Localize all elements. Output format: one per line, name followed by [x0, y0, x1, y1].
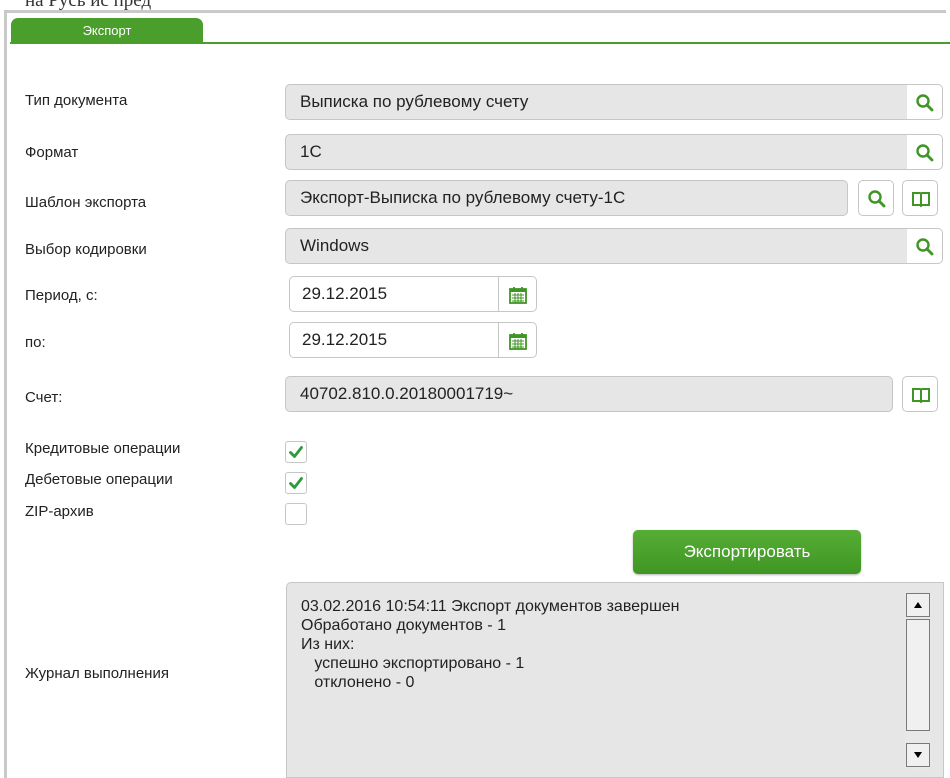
account-field[interactable]: 40702.810.0.20180001719~ [285, 376, 893, 412]
calendar-icon [509, 287, 527, 304]
search-icon [916, 94, 934, 112]
account-book-button[interactable] [902, 376, 938, 412]
book-icon [912, 192, 930, 208]
log-line: Из них: [301, 636, 355, 653]
zip-checkbox[interactable] [285, 503, 307, 525]
period-from-calendar-button[interactable] [499, 276, 537, 312]
encoding-field[interactable]: Windows [285, 228, 908, 264]
credit-ops-checkbox[interactable] [285, 441, 307, 463]
period-to-calendar-button[interactable] [499, 322, 537, 358]
account-label: Счет: [25, 389, 63, 406]
encoding-search-button[interactable] [907, 228, 943, 264]
template-field[interactable]: Экспорт-Выписка по рублевому счету-1С [285, 180, 848, 216]
log-content: 03.02.2016 10:54:11 Экспорт документов з… [301, 597, 680, 692]
search-icon [868, 190, 886, 208]
book-icon [912, 388, 930, 404]
calendar-icon [509, 333, 527, 350]
scroll-thumb[interactable] [906, 619, 930, 731]
log-label: Журнал выполнения [25, 665, 169, 682]
log-line: успешно экспортировано - 1 [301, 655, 525, 672]
doc-type-field[interactable]: Выписка по рублевому счету [285, 84, 908, 120]
debit-ops-label: Дебетовые операции [25, 471, 173, 488]
format-field[interactable]: 1С [285, 134, 908, 170]
period-from-label: Период, с: [25, 287, 98, 304]
scroll-down-icon [914, 752, 922, 758]
scroll-up-icon [914, 602, 922, 608]
period-to-label: по: [25, 334, 46, 351]
log-line: Обработано документов - 1 [301, 617, 506, 634]
format-search-button[interactable] [907, 134, 943, 170]
scroll-up-button[interactable] [906, 593, 930, 617]
format-label: Формат [25, 144, 79, 161]
checkmark-icon [289, 477, 303, 489]
log-line: 03.02.2016 10:54:11 Экспорт документов з… [301, 598, 680, 615]
period-to-input[interactable]: 29.12.2015 [289, 322, 499, 358]
checkmark-icon [289, 446, 303, 458]
log-scrollbar[interactable] [905, 593, 931, 769]
search-icon [916, 238, 934, 256]
log-line: отклонено - 0 [301, 674, 415, 691]
export-button[interactable]: Экспортировать [633, 530, 861, 574]
template-label: Шаблон экспорта [25, 194, 147, 211]
credit-ops-label: Кредитовые операции [25, 440, 181, 457]
log-textarea[interactable]: 03.02.2016 10:54:11 Экспорт документов з… [286, 582, 944, 778]
search-icon [916, 144, 934, 162]
debit-ops-checkbox[interactable] [285, 472, 307, 494]
zip-label: ZIP-архив [25, 503, 94, 520]
template-search-button[interactable] [858, 180, 894, 216]
period-from-input[interactable]: 29.12.2015 [289, 276, 499, 312]
doc-type-search-button[interactable] [907, 84, 943, 120]
template-book-button[interactable] [902, 180, 938, 216]
tab-underline [10, 42, 950, 44]
scroll-down-button[interactable] [906, 743, 930, 767]
encoding-label: Выбор кодировки [25, 241, 147, 258]
tab-export[interactable]: Экспорт [11, 18, 203, 44]
doc-type-label: Тип документа [25, 92, 128, 109]
